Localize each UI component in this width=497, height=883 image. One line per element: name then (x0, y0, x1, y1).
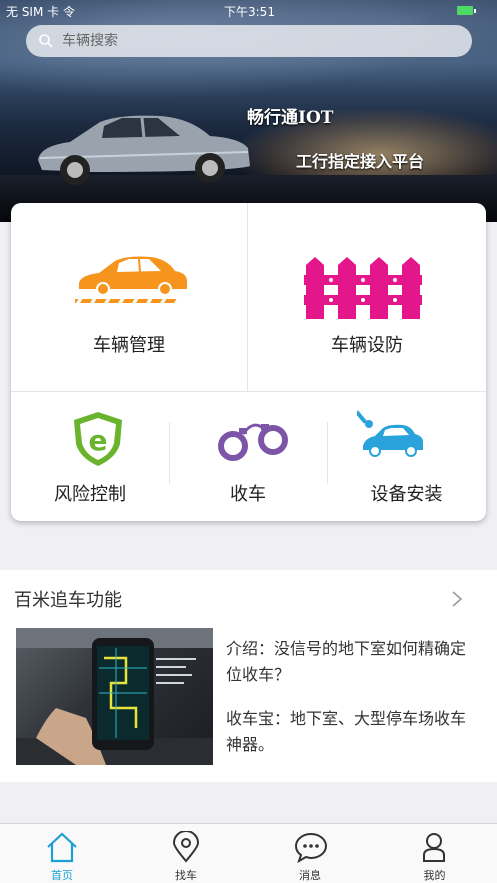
feature-intro: 介绍：没信号的地下室如何精确定位收车？ (226, 639, 467, 684)
bottom-tab-bar: 首页 找车 消息 我的 (0, 823, 497, 883)
tab-find-car[interactable]: 找车 (124, 824, 248, 883)
vehicle-defense-label: 车辆设防 (331, 335, 403, 356)
status-bar: 无 SIM 卡 令 下午3:51 (0, 0, 497, 22)
brand-name: 畅行通IOT (247, 108, 334, 128)
status-time: 下午3:51 (224, 5, 275, 19)
tab-label: 我的 (423, 869, 446, 882)
carrier-label: 无 SIM 卡 令 (6, 5, 75, 19)
feature-thumbnail[interactable] (16, 628, 213, 765)
feature-detail: 收车宝：地下室、大型停车场收车神器。 (226, 709, 467, 754)
feature-description: 介绍：没信号的地下室如何精确定位收车？ 收车宝：地下室、大型停车场收车神器。 (226, 636, 478, 758)
battery-cap (474, 9, 476, 13)
svg-text:e: e (89, 424, 108, 457)
search-bar[interactable] (26, 25, 472, 57)
location-pin-icon (172, 831, 200, 863)
device-install-label: 设备安装 (370, 484, 443, 505)
chevron-right-icon[interactable] (451, 590, 463, 608)
device-install-tile[interactable]: 设备安装 (327, 392, 486, 521)
home-icon (47, 832, 77, 863)
risk-control-label: 风险控制 (54, 484, 126, 505)
sedan-illustration (38, 115, 250, 185)
tab-label: 找车 (175, 869, 197, 882)
tab-profile[interactable]: 我的 (372, 824, 497, 883)
phone-in-garage-image (16, 628, 213, 765)
battery-icon (457, 6, 473, 15)
vehicle-management-tile[interactable]: 车辆管理 (11, 203, 248, 391)
chat-bubble-icon (294, 832, 328, 863)
banner-tagline: 工行指定接入平台 (296, 152, 425, 171)
risk-control-tile[interactable]: e 风险控制 (11, 392, 169, 521)
repossession-label: 收车 (230, 484, 266, 505)
tab-messages[interactable]: 消息 (248, 824, 372, 883)
main-menu-card: 车辆管理 车辆设防 e 风险控制 收车 设备安装 (11, 203, 486, 521)
tracking-feature-section[interactable]: 百米追车功能 介绍：没信号的地下室如何精确定位收车？ 收车宝：地下室、大型停车场… (0, 570, 497, 782)
tab-label: 首页 (51, 869, 73, 882)
handcuffs-icon (218, 423, 288, 461)
repossession-tile[interactable]: 收车 (169, 392, 327, 521)
vehicle-management-label: 车辆管理 (93, 335, 165, 356)
tab-label: 消息 (299, 869, 321, 882)
shield-icon: e (74, 412, 122, 466)
fence-icon (304, 257, 422, 319)
user-icon (423, 833, 445, 862)
vehicle-defense-tile[interactable]: 车辆设防 (248, 203, 486, 391)
section-title: 百米追车功能 (14, 590, 122, 611)
car-icon (75, 256, 187, 303)
car-repair-icon (357, 410, 423, 457)
search-icon (39, 34, 53, 48)
search-input[interactable] (60, 25, 460, 57)
tab-home[interactable]: 首页 (0, 824, 124, 883)
